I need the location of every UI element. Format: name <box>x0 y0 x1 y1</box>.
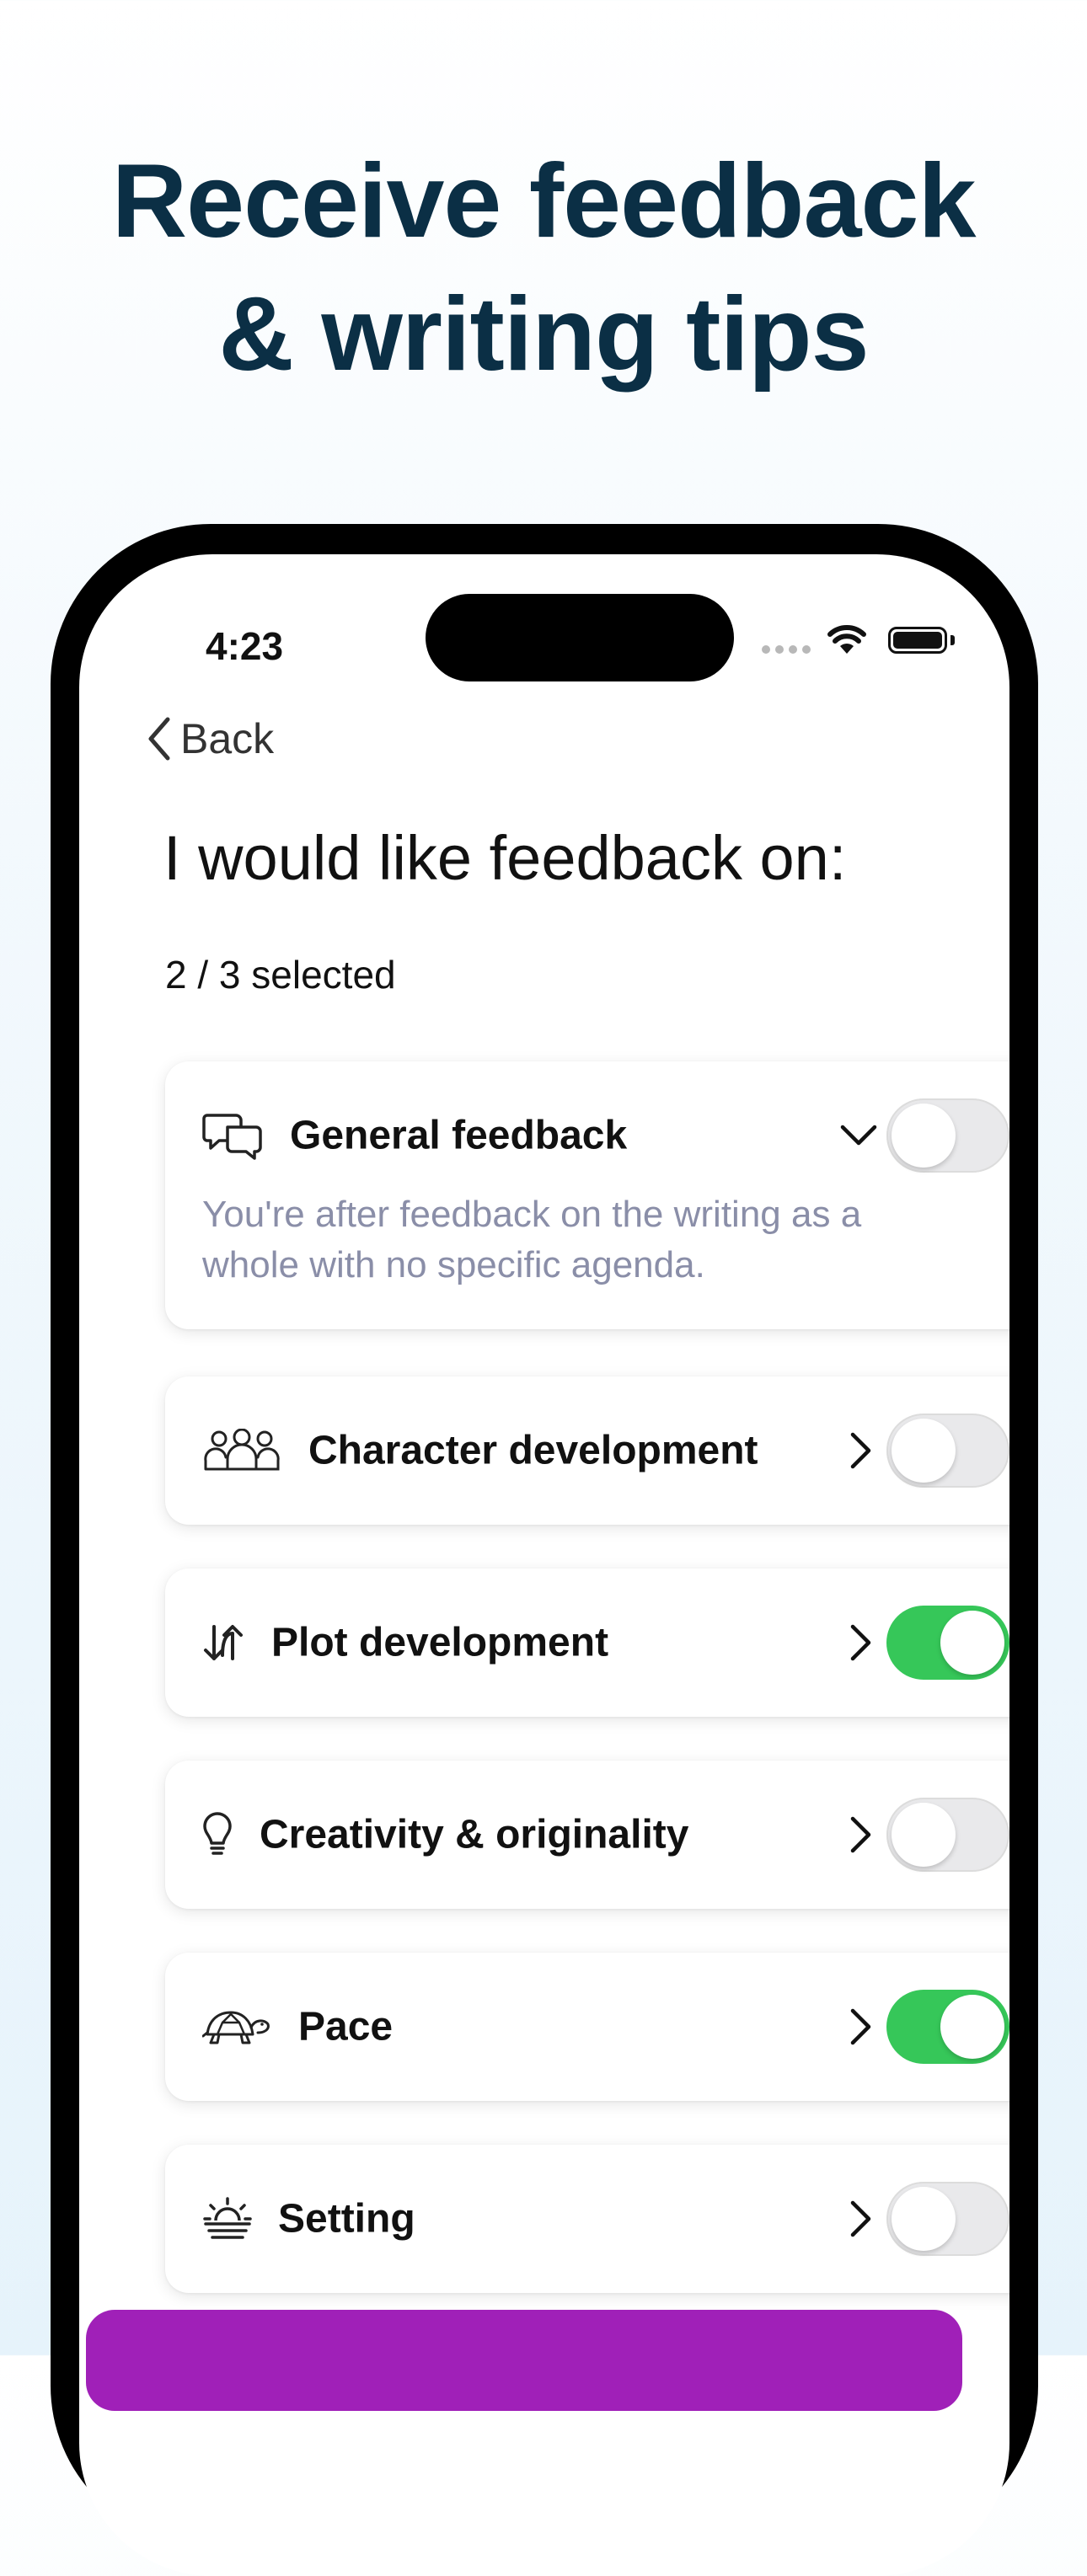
wifi-icon <box>827 625 866 654</box>
option-toggle-setting[interactable] <box>886 2182 1009 2256</box>
option-label: Plot development <box>271 1620 609 1665</box>
option-label: Character development <box>308 1428 758 1473</box>
option-card-setting[interactable]: Setting <box>165 2145 1009 2293</box>
headline: Receive feedback & writing tips <box>0 135 1087 401</box>
option-card-creativity-originality[interactable]: Creativity & originality <box>165 1761 1009 1909</box>
chevron-left-icon <box>148 717 170 761</box>
dynamic-island <box>426 594 734 681</box>
phone-frame: 4:23 Back I would like feedback on: 2 / … <box>51 524 1038 2576</box>
chevron-right-icon[interactable] <box>849 1815 873 1854</box>
option-toggle-general-feedback[interactable] <box>886 1098 1009 1173</box>
primary-action-button[interactable] <box>86 2310 962 2411</box>
battery-icon <box>888 627 947 654</box>
page-title: I would like feedback on: <box>163 823 847 893</box>
option-label: Creativity & originality <box>260 1812 689 1857</box>
option-label: General feedback <box>290 1113 628 1158</box>
chevron-down-icon[interactable] <box>839 1124 878 1147</box>
headline-line-2: & writing tips <box>218 276 869 393</box>
option-row-general-feedback[interactable]: General feedback <box>165 1061 1009 1210</box>
signal-dots-icon <box>762 645 812 655</box>
option-card-general-feedback[interactable]: General feedback You're after feedback o… <box>165 1061 1009 1329</box>
option-row[interactable]: Plot development <box>165 1569 1009 1717</box>
option-row[interactable]: Creativity & originality <box>165 1761 1009 1909</box>
option-card-character-development[interactable]: Character development <box>165 1376 1009 1525</box>
option-toggle-creativity-originality[interactable] <box>886 1798 1009 1872</box>
back-label: Back <box>180 715 275 762</box>
status-time: 4:23 <box>206 624 284 668</box>
headline-line-1: Receive feedback <box>111 143 977 259</box>
option-row[interactable]: Character development <box>165 1376 1009 1525</box>
sunrise-icon <box>203 2197 252 2239</box>
option-toggle-character-development[interactable] <box>886 1414 1009 1488</box>
people-icon <box>204 1429 280 1471</box>
battery-cap <box>950 635 955 645</box>
back-button[interactable]: Back <box>147 714 274 763</box>
selected-count: 2 / 3 selected <box>165 953 396 997</box>
option-toggle-pace[interactable] <box>886 1990 1009 2064</box>
phone-screen: 4:23 Back I would like feedback on: 2 / … <box>79 554 1009 2576</box>
option-label: Setting <box>278 2196 415 2242</box>
option-row[interactable]: Setting <box>165 2145 1009 2293</box>
chevron-right-icon[interactable] <box>849 1431 873 1470</box>
option-card-plot-development[interactable]: Plot development <box>165 1569 1009 1717</box>
lightbulb-icon <box>203 1812 232 1855</box>
chevron-right-icon[interactable] <box>849 2007 873 2046</box>
chat-bubbles-icon <box>202 1114 262 1160</box>
option-toggle-plot-development[interactable] <box>886 1606 1009 1680</box>
arrows-up-down-icon <box>204 1625 243 1660</box>
option-card-pace[interactable]: Pace <box>165 1953 1009 2101</box>
option-label: Pace <box>298 2004 394 2050</box>
chevron-right-icon[interactable] <box>849 2199 873 2238</box>
option-row[interactable]: Pace <box>165 1953 1009 2101</box>
chevron-right-icon[interactable] <box>849 1623 873 1662</box>
turtle-icon <box>202 2011 270 2044</box>
option-description: You're after feedback on the writing as … <box>202 1194 862 1285</box>
